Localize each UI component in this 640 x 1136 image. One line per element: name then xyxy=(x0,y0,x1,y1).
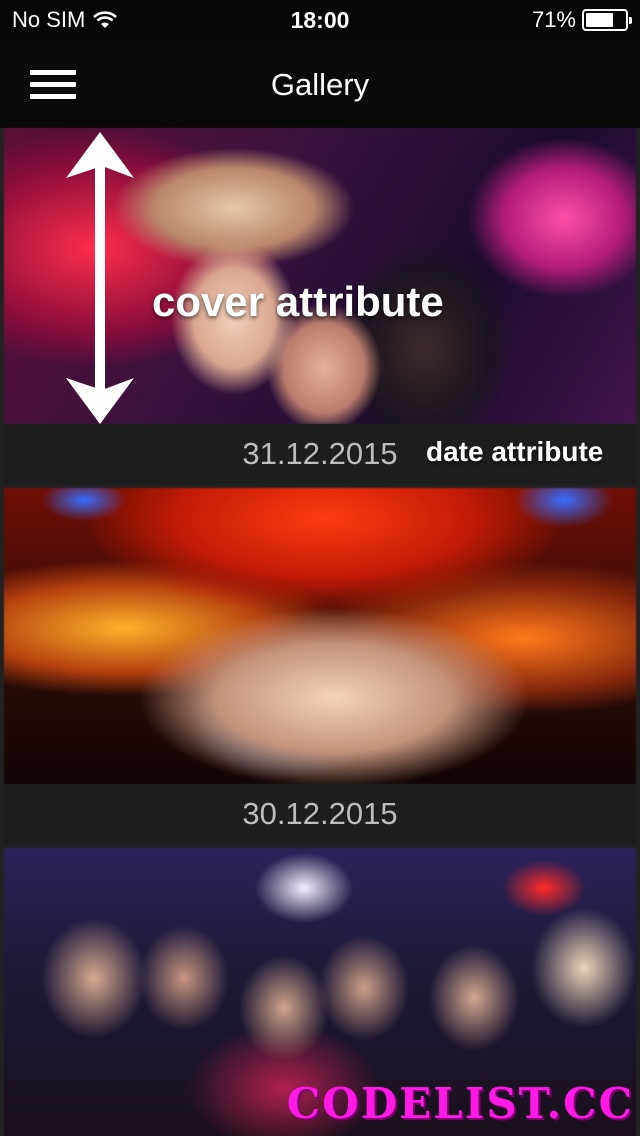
item-date: 31.12.2015 xyxy=(242,436,398,471)
double-arrow-vertical-icon xyxy=(66,132,134,424)
battery-fill xyxy=(586,13,613,27)
battery-percent: 71% xyxy=(531,7,576,32)
watermark: CODELIST.CC xyxy=(286,1079,634,1128)
nav-bar: Gallery xyxy=(0,40,640,128)
item-date: 30.12.2015 xyxy=(242,796,398,831)
battery-icon xyxy=(582,9,632,31)
cover-image[interactable] xyxy=(4,488,636,784)
date-attribute-label: date attribute xyxy=(426,436,604,467)
status-right: 71% xyxy=(531,7,632,33)
date-bar: 30.12.2015 xyxy=(4,784,636,844)
cover-attribute-label: cover attribute xyxy=(152,278,444,325)
gallery-item[interactable]: 30.12.2015 xyxy=(4,488,636,844)
status-bar: No SIM 18:00 71% xyxy=(0,0,640,40)
page-title: Gallery xyxy=(270,67,370,102)
